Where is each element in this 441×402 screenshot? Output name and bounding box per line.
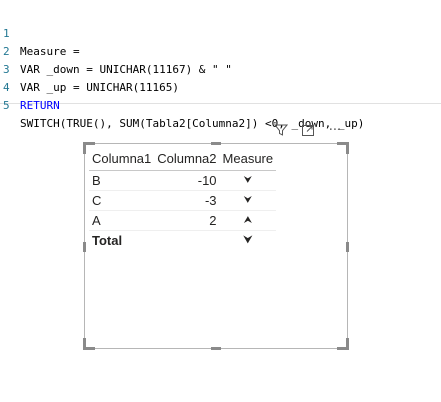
resize-handle-bottom-right[interactable] — [337, 338, 349, 350]
resize-handle-bottom[interactable] — [211, 347, 221, 350]
resize-handle-bottom-left[interactable] — [83, 338, 95, 350]
total-label: Total — [92, 233, 123, 248]
table-row: A 2 ⮝ — [89, 210, 277, 231]
dax-formula-editor[interactable]: 1 Measure = 2 VAR _down = UNICHAR(11167)… — [0, 0, 441, 130]
cell-measure-down-arrow-icon: ⮟ — [219, 190, 277, 211]
resize-handle-top-left[interactable] — [83, 142, 95, 154]
code-text: Measure = — [20, 45, 80, 58]
code-line-3: 3 VAR _up = UNICHAR(11165) — [0, 43, 179, 94]
cell-columna1: C — [89, 190, 155, 211]
cell-columna1: B — [89, 170, 155, 191]
cell-columna2: -3 — [154, 190, 220, 211]
filter-icon[interactable] — [270, 120, 292, 140]
code-line-1: 1 Measure = — [0, 7, 80, 58]
cell-measure-down-arrow-icon: ⮟ — [219, 170, 277, 191]
total-columna2 — [154, 231, 219, 251]
resize-handle-left[interactable] — [83, 242, 86, 252]
cell-measure-up-arrow-icon: ⮝ — [219, 210, 277, 231]
code-text: VAR _down = UNICHAR(11167) & " " — [20, 63, 232, 76]
cell-columna1: A — [89, 210, 155, 231]
table-header-row: Columna1 Columna2 Measure — [89, 146, 277, 171]
resize-handle-top[interactable] — [211, 142, 221, 145]
data-table: Columna1 Columna2 Measure B -10 ⮟ C -3 ⮟… — [89, 146, 277, 251]
table-row: B -10 ⮟ — [89, 170, 277, 191]
more-options-icon[interactable]: ··· — [324, 120, 346, 140]
code-line-4: 4 RETURN — [0, 61, 60, 112]
visual-header-toolbar: ··· — [268, 120, 350, 140]
column-header-measure[interactable]: Measure — [219, 146, 277, 171]
cell-columna2: -10 — [154, 170, 220, 191]
code-line-5: 5 SWITCH(TRUE(), SUM(Tabla2[Columna2]) <… — [0, 79, 364, 130]
table-visual[interactable]: Columna1 Columna2 Measure B -10 ⮟ C -3 ⮟… — [83, 142, 349, 350]
column-header-columna2[interactable]: Columna2 — [154, 146, 220, 171]
cell-columna2: 2 — [154, 210, 220, 231]
table-total-row: Total ⮟ — [89, 231, 276, 251]
resize-handle-top-right[interactable] — [337, 142, 349, 154]
resize-handle-right[interactable] — [346, 242, 349, 252]
code-text: VAR _up = UNICHAR(11165) — [20, 81, 179, 94]
table-row: C -3 ⮟ — [89, 190, 277, 211]
total-measure-down-arrow-icon: ⮟ — [243, 235, 253, 246]
code-line-2: 2 VAR _down = UNICHAR(11167) & " " — [0, 25, 232, 76]
line-number: 5 — [3, 99, 10, 112]
column-header-columna1[interactable]: Columna1 — [89, 146, 155, 171]
focus-mode-icon[interactable] — [297, 120, 319, 140]
